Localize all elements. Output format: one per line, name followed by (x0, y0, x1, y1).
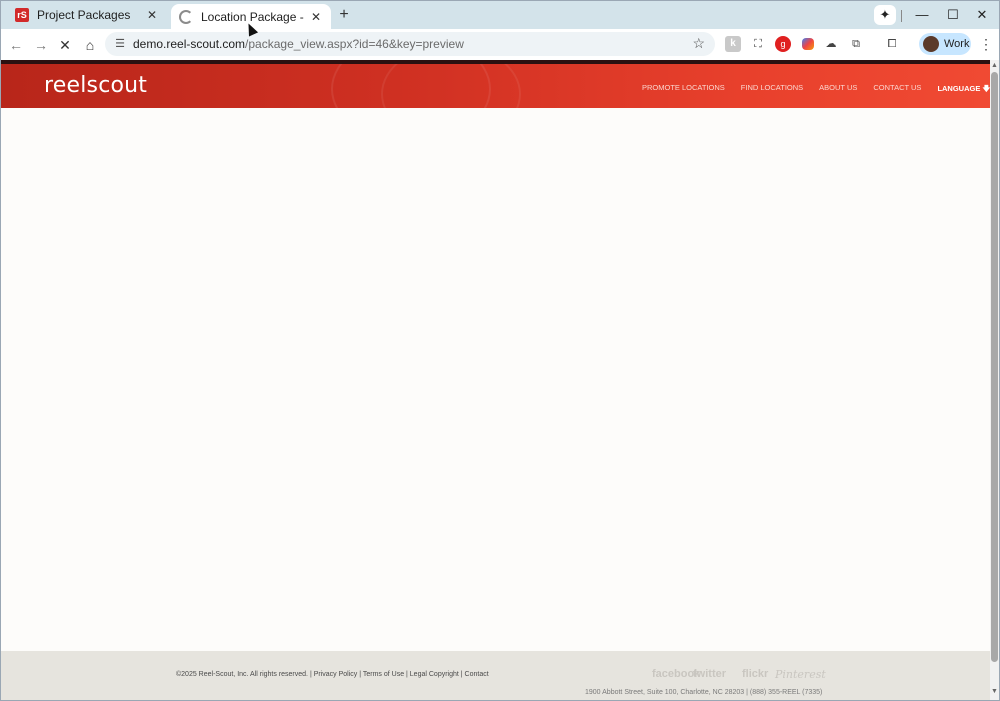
social-pinterest[interactable]: Pinterest (775, 668, 826, 681)
home-button[interactable]: ⌂ (79, 34, 101, 56)
arrow-down-icon: 🡇 (982, 84, 990, 93)
nav-find-locations[interactable]: FIND LOCATIONS (741, 83, 803, 96)
browser-toolbar: ← → ✕ ⌂ ☰ demo.reel-scout.com/package_vi… (1, 29, 999, 60)
divider (901, 10, 902, 22)
header-decoration (381, 64, 521, 108)
profile-label: Work (944, 38, 970, 50)
language-dropdown[interactable]: LANGUAGE 🡇 (937, 83, 990, 96)
avatar (923, 36, 939, 52)
footer-address: 1900 Abbott Street, Suite 100, Charlotte… (585, 689, 823, 696)
url-path: /package_view.aspx?id=46&key=preview (245, 37, 464, 51)
social-flickr[interactable]: flickr (742, 668, 768, 680)
screenshot-icon[interactable]: ⛶ (750, 36, 766, 52)
back-button[interactable]: ← (5, 34, 27, 56)
gemini-sparkle-icon[interactable]: ✦ (874, 5, 896, 25)
scroll-down-icon[interactable]: ▼ (991, 688, 998, 696)
tab-title: Location Package - Reel-Scout (201, 9, 307, 24)
address-bar[interactable]: ☰ demo.reel-scout.com/package_view.aspx?… (105, 32, 715, 56)
tab-project-packages[interactable]: rS Project Packages ✕ (7, 1, 167, 29)
page-viewport: reelscout PROMOTE LOCATIONS FIND LOCATIO… (1, 60, 990, 700)
site-logo[interactable]: reelscout (44, 73, 147, 98)
page-scrollbar[interactable]: ▲ ▼ (990, 60, 999, 700)
close-icon[interactable]: ✕ (307, 10, 325, 24)
nav-promote-locations[interactable]: PROMOTE LOCATIONS (642, 83, 725, 96)
more-menu-icon[interactable]: ⋮ (979, 36, 993, 53)
close-icon[interactable]: ✕ (143, 8, 161, 22)
profile-button[interactable]: Work (919, 33, 971, 55)
extensions-puzzle-icon[interactable]: ⧉ (848, 36, 864, 52)
cloud-icon[interactable]: ☁ (823, 36, 839, 52)
footer-links[interactable]: ©2025 Reel-Scout, Inc. All rights reserv… (176, 671, 489, 678)
site-header: reelscout PROMOTE LOCATIONS FIND LOCATIO… (1, 64, 990, 108)
social-twitter[interactable]: twitter (693, 668, 726, 680)
minimize-button[interactable]: — (907, 5, 937, 25)
url-text[interactable]: demo.reel-scout.com/package_view.aspx?id… (133, 37, 464, 51)
site-info-icon[interactable]: ☰ (113, 36, 127, 52)
nav-contact-us[interactable]: CONTACT US (873, 83, 921, 96)
extension-red-icon[interactable]: g (775, 36, 791, 52)
rs-logo-icon: rS (15, 8, 29, 22)
extension-k-icon[interactable]: k (725, 36, 741, 52)
language-label: LANGUAGE (937, 84, 981, 93)
scrollbar-thumb[interactable] (991, 72, 998, 662)
site-footer: ©2025 Reel-Scout, Inc. All rights reserv… (1, 651, 990, 700)
loading-spinner-icon (179, 9, 193, 24)
window-close-button[interactable]: ✕ (967, 5, 997, 25)
forward-button[interactable]: → (30, 34, 52, 56)
browser-window: rS Project Packages ✕ Location Package -… (0, 0, 1000, 701)
new-tab-button[interactable]: + (335, 6, 353, 24)
site-nav: PROMOTE LOCATIONS FIND LOCATIONS ABOUT U… (642, 83, 990, 96)
maximize-button[interactable]: ☐ (938, 5, 968, 25)
stop-loading-button[interactable]: ✕ (54, 34, 76, 56)
tab-title: Project Packages (37, 8, 131, 22)
tab-search-icon[interactable]: ⧠ (884, 36, 900, 52)
scroll-up-icon[interactable]: ▲ (991, 62, 998, 70)
extension-colorful-icon[interactable] (802, 38, 814, 50)
tab-strip: rS Project Packages ✕ Location Package -… (1, 1, 999, 29)
nav-about-us[interactable]: ABOUT US (819, 83, 857, 96)
bookmark-star-icon[interactable]: ☆ (692, 35, 705, 52)
url-host: demo.reel-scout.com (133, 37, 246, 51)
